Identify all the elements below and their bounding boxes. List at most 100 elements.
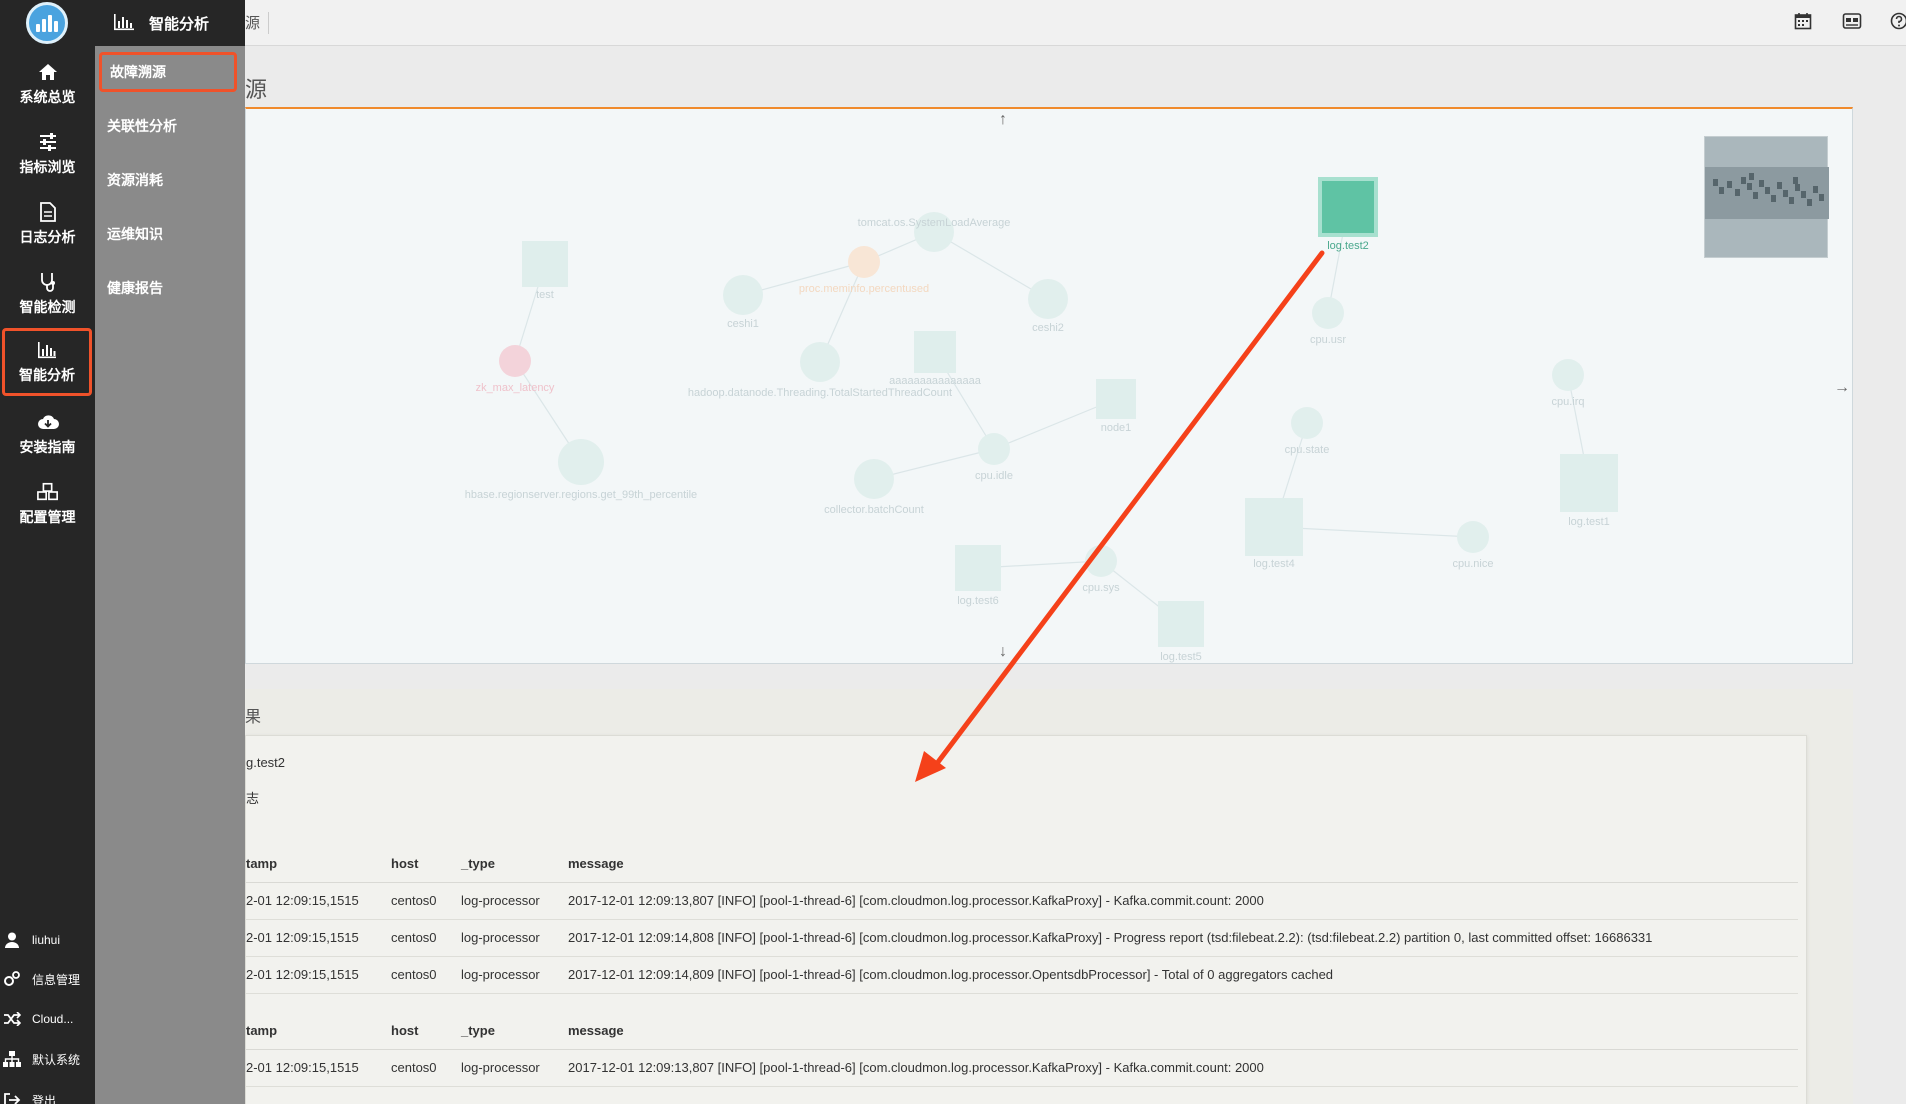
submenu-item-correlation[interactable]: 关联性分析 [99, 106, 239, 146]
graph-node[interactable]: tomcat.os.SystemLoadAverage [858, 212, 1011, 252]
graph-node[interactable]: cpu.usr [1310, 297, 1346, 346]
graph-node[interactable]: node1 [1096, 379, 1136, 434]
graph-node[interactable]: log.test2 [1318, 177, 1378, 252]
logout-link[interactable]: 登出 [0, 1082, 95, 1104]
graph-node-shape[interactable] [1085, 545, 1117, 577]
graph-canvas[interactable]: test zk_max_latency hbase.regionserver.reg… [246, 109, 1854, 666]
graph-edge [1273, 526, 1474, 538]
graph-node-shape[interactable] [723, 275, 763, 315]
nav-item-detection[interactable]: 智能检测 [0, 260, 95, 328]
graph-node-label: cpu.idle [975, 470, 1013, 482]
cloud-switch-link[interactable]: Cloud... [0, 1001, 95, 1037]
submenu-item-resource[interactable]: 资源消耗 [99, 160, 239, 200]
default-system-link[interactable]: 默认系统 [0, 1041, 95, 1077]
submenu-item-knowledge[interactable]: 运维知识 [99, 214, 239, 254]
node-type-value: 志 [246, 791, 260, 806]
column-header[interactable]: message [568, 846, 1798, 883]
graph-node[interactable]: cpu.idle [975, 433, 1013, 482]
table-row[interactable]: 2-01 12:09:15,1515 centos0 log-processor… [246, 956, 1798, 994]
pan-up-arrow[interactable]: ↑ [999, 111, 1007, 129]
graph-node[interactable]: log.test4 [1245, 498, 1303, 570]
submenu-item-health-report[interactable]: 健康报告 [99, 268, 239, 308]
submenu-item-root-cause[interactable]: 故障溯源 [99, 52, 237, 92]
graph-node-shape[interactable] [848, 246, 880, 278]
graph-node[interactable]: cpu.nice [1453, 521, 1494, 570]
table-row[interactable]: 2-01 12:09:15,1515 centos0 log-processor… [246, 882, 1798, 920]
user-menu[interactable]: liuhui [0, 922, 95, 958]
graph-node[interactable]: log.test1 [1560, 454, 1618, 528]
column-header[interactable]: host [391, 846, 461, 883]
nav-item-install[interactable]: 安装指南 [0, 400, 95, 468]
graph-node-shape[interactable] [1312, 297, 1344, 329]
graph-node-shape[interactable] [1096, 379, 1136, 419]
dashboard-icon[interactable] [1842, 12, 1862, 32]
help-icon[interactable] [1890, 12, 1906, 32]
graph-node-shape[interactable] [1158, 601, 1204, 647]
graph-node-shape[interactable] [1457, 521, 1489, 553]
graph-node-shape[interactable] [1245, 498, 1303, 556]
graph-node-shape[interactable] [914, 331, 956, 373]
pan-down-arrow[interactable]: ↓ [999, 643, 1007, 661]
graph-node[interactable]: ceshi1 [723, 275, 763, 330]
table-row[interactable]: 2-01 12:09:15,1515 centos0 log-processor… [246, 919, 1798, 957]
graph-node-shape[interactable] [955, 545, 1001, 591]
graph-node[interactable]: log.test6 [955, 545, 1001, 607]
graph-node[interactable]: cpu.state [1285, 407, 1330, 456]
graph-node[interactable]: hadoop.datanode.Threading.TotalStartedTh… [688, 342, 952, 399]
cubes-icon [36, 481, 59, 503]
graph-node[interactable]: cpu.irq [1551, 359, 1585, 408]
graph-node[interactable]: collector.batchCount [824, 459, 924, 516]
document-icon [37, 201, 59, 223]
graph-node[interactable]: test [522, 241, 568, 301]
shuffle-icon [2, 1009, 22, 1029]
submenu-header: 智能分析 [95, 0, 245, 46]
table-row[interactable]: 2-01 12:09:15,1515 centos0 log-processor… [246, 1049, 1798, 1087]
sliders-icon [37, 131, 59, 153]
graph-node-shape[interactable] [1552, 359, 1584, 391]
graph-node[interactable]: zk_max_latency [476, 345, 555, 394]
calendar-icon[interactable] [1794, 12, 1814, 32]
minimap-node [1719, 187, 1724, 194]
graph-node-shape[interactable] [499, 345, 531, 377]
info-management-link[interactable]: 信息管理 [0, 961, 95, 997]
cell-timestamp: 2-01 12:09:15,1515 [246, 919, 391, 957]
graph-node-shape[interactable] [522, 241, 568, 287]
nav-item-overview[interactable]: 系统总览 [0, 50, 95, 118]
top-bar: 源 [245, 0, 1906, 46]
nav-item-analysis[interactable]: 智能分析 [2, 328, 92, 396]
graph-node-shape[interactable] [1318, 177, 1378, 237]
nav-item-config[interactable]: 配置管理 [0, 470, 95, 538]
graph-node-shape[interactable] [854, 459, 894, 499]
minimap-node [1759, 180, 1764, 187]
graph-node-shape[interactable] [1560, 454, 1618, 512]
column-header[interactable]: _type [461, 1013, 568, 1050]
graph-minimap[interactable] [1704, 136, 1829, 258]
nav-label: 安装指南 [19, 439, 76, 455]
cloud-download-icon [37, 411, 59, 433]
graph-node-shape[interactable] [800, 342, 840, 382]
column-header[interactable]: message [568, 1013, 1798, 1050]
graph-node-shape[interactable] [558, 439, 604, 485]
graph-node-shape[interactable] [1291, 407, 1323, 439]
graph-node[interactable]: ceshi2 [1028, 279, 1068, 334]
nav-item-logs[interactable]: 日志分析 [0, 190, 95, 258]
graph-node[interactable]: proc.meminfo.percentused [799, 246, 929, 295]
graph-node[interactable]: hbase.regionserver.regions.get_99th_perc… [465, 439, 697, 501]
graph-node-shape[interactable] [1028, 279, 1068, 319]
cell-type: log-processor [461, 956, 568, 994]
graph-node-shape[interactable] [978, 433, 1010, 465]
column-header[interactable]: tamp [246, 1013, 391, 1050]
topology-graph[interactable]: test zk_max_latency hbase.regionserver.reg… [245, 107, 1853, 664]
nav-item-metrics[interactable]: 指标浏览 [0, 120, 95, 188]
main-sidebar: 系统总览 指标浏览 日志分析 智能检测 智能分析 安装指南 配置管理 liuhu… [0, 0, 95, 1104]
graph-node-label: log.test4 [1253, 558, 1295, 570]
app-logo[interactable] [26, 2, 68, 44]
column-header[interactable]: _type [461, 846, 568, 883]
minimap-node [1741, 177, 1746, 184]
pan-right-arrow[interactable]: → [1834, 379, 1850, 397]
column-header[interactable]: tamp [246, 846, 391, 883]
column-header[interactable]: host [391, 1013, 461, 1050]
graph-node[interactable]: log.test5 [1158, 601, 1204, 663]
graph-node[interactable]: aaaaaaaaaaaaaaa [889, 331, 982, 387]
graph-node[interactable]: cpu.sys [1082, 545, 1120, 594]
